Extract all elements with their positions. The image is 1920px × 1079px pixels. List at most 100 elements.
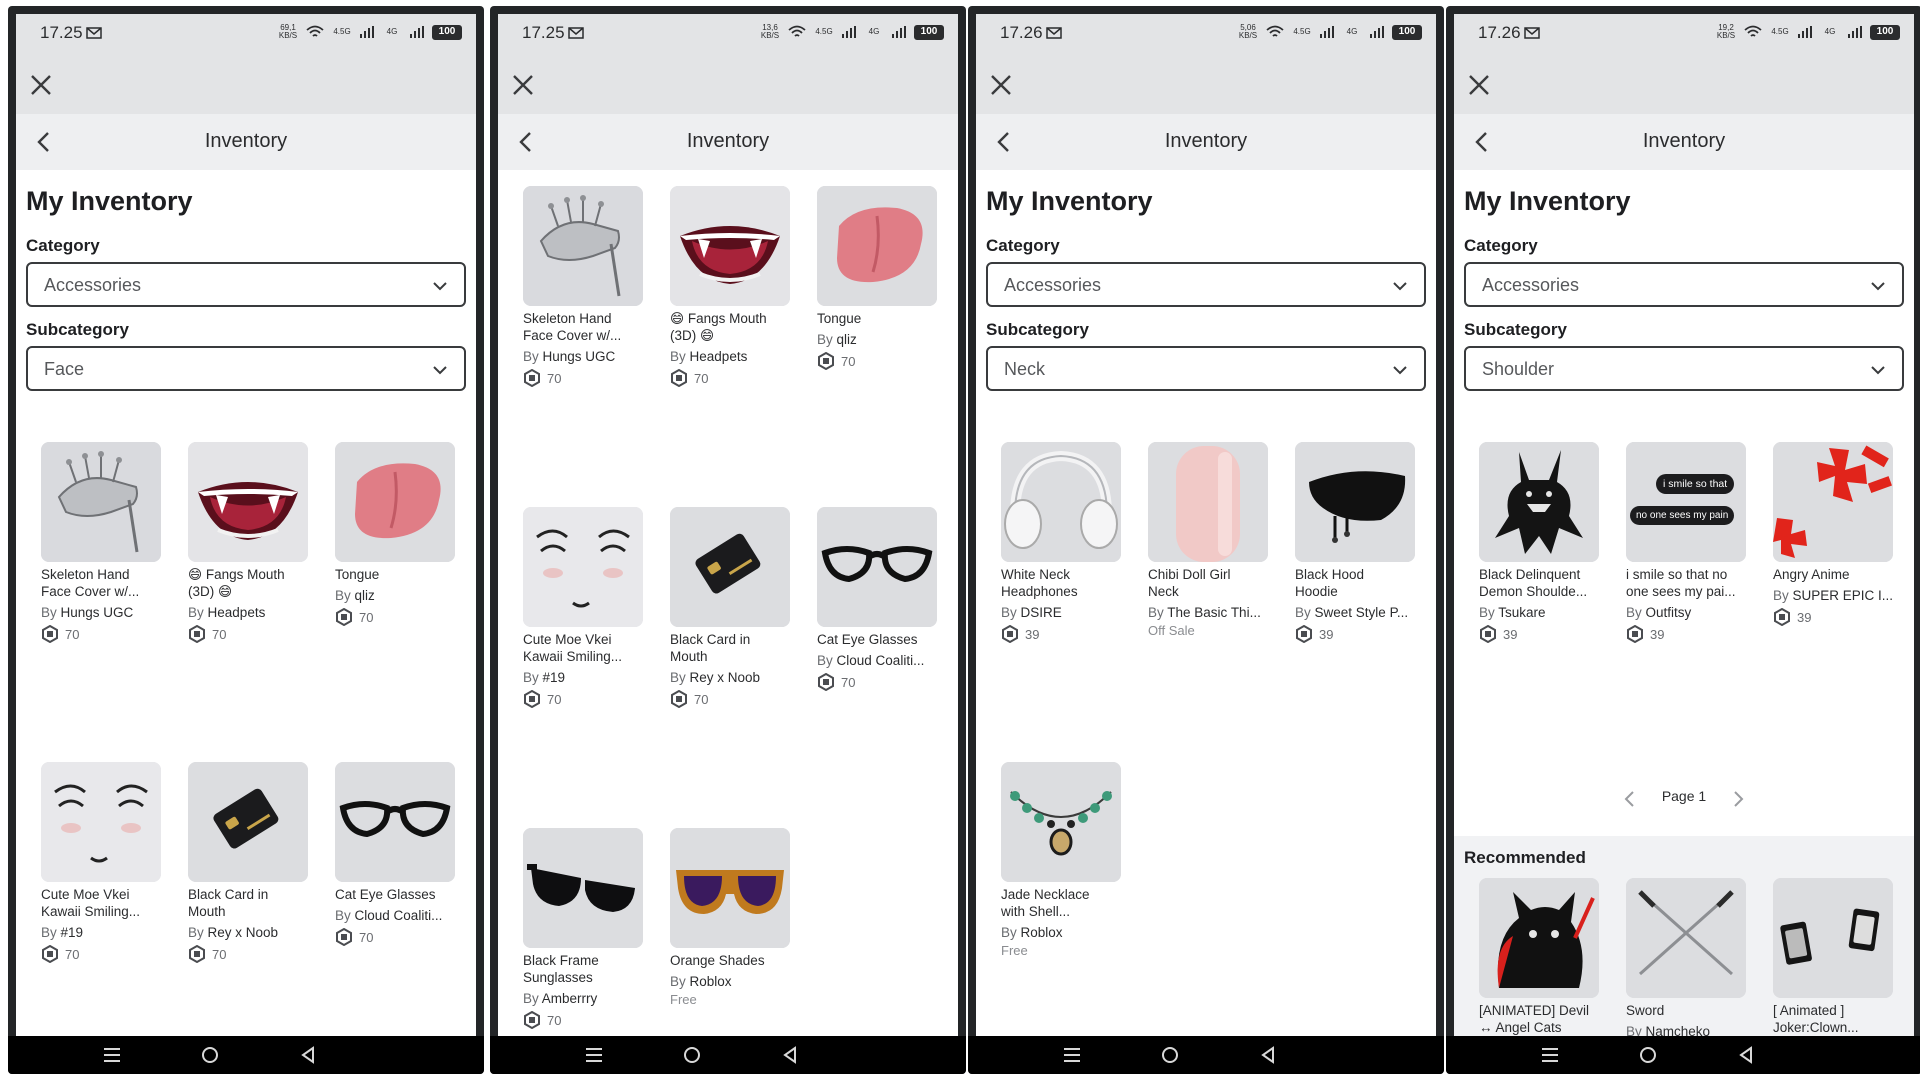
item-thumbnail[interactable] xyxy=(670,828,790,948)
item-thumbnail[interactable] xyxy=(523,828,643,948)
item-thumbnail[interactable] xyxy=(670,507,790,627)
close-icon[interactable] xyxy=(28,72,54,98)
item-thumbnail[interactable] xyxy=(1773,442,1893,562)
network-type-b: 4G xyxy=(868,27,880,36)
item-creator-name: Headpets xyxy=(689,349,748,364)
robux-icon xyxy=(524,1011,540,1029)
signal-icon xyxy=(1320,26,1334,38)
network-type-b: 4G xyxy=(1346,27,1358,36)
item-thumbnail[interactable] xyxy=(1295,442,1415,562)
close-icon[interactable] xyxy=(1466,72,1492,98)
robux-icon xyxy=(336,928,352,946)
home-icon[interactable] xyxy=(680,1044,704,1066)
item-thumbnail[interactable] xyxy=(1001,762,1121,882)
network-speed: 19,2 KB/S xyxy=(1716,23,1736,40)
robux-icon xyxy=(42,625,58,643)
network-speed: 5,06 KB/S xyxy=(1238,23,1258,40)
category-dropdown[interactable]: Accessories xyxy=(1464,262,1904,307)
back-icon[interactable] xyxy=(778,1044,802,1066)
item-price: 70 xyxy=(188,625,268,643)
item-creator: By Rey x Noob xyxy=(670,670,800,685)
item-thumbnail[interactable] xyxy=(41,762,161,882)
item-name: 😄 Fangs Mouth (3D) 😄 xyxy=(670,311,767,343)
back-icon[interactable] xyxy=(1256,1044,1280,1066)
subcategory-dropdown[interactable]: Face xyxy=(26,346,466,391)
item-thumbnail[interactable] xyxy=(335,762,455,882)
signal-icon xyxy=(360,26,374,38)
battery-indicator: 100 xyxy=(432,24,462,40)
item-price-value: 70 xyxy=(212,626,227,642)
home-icon[interactable] xyxy=(1636,1044,1660,1066)
item-name: Tongue xyxy=(335,567,380,582)
recent-apps-icon[interactable] xyxy=(582,1044,606,1066)
speech-bubbles-icon xyxy=(1626,442,1746,562)
category-dropdown[interactable]: Accessories xyxy=(26,262,466,307)
nav-title: Inventory xyxy=(1164,130,1248,152)
item-thumbnail[interactable] xyxy=(817,507,937,627)
fangs-mouth-icon xyxy=(188,442,308,562)
item-thumbnail[interactable] xyxy=(1479,442,1599,562)
recommended-title: Recommended xyxy=(1464,848,1586,867)
subcategory-dropdown[interactable]: Neck xyxy=(986,346,1426,391)
category-dropdown[interactable]: Accessories xyxy=(986,262,1426,307)
home-icon[interactable] xyxy=(1158,1044,1182,1066)
item-price-value: 70 xyxy=(359,929,374,945)
network-speed: 69,1 KB/S xyxy=(278,23,298,40)
item-thumbnail[interactable] xyxy=(1773,878,1893,998)
item-thumbnail[interactable] xyxy=(1626,878,1746,998)
item-thumbnail[interactable] xyxy=(335,442,455,562)
robux-icon xyxy=(189,945,205,963)
angry-anime-icon xyxy=(1773,442,1893,562)
item-creator-name: SUPER EPIC I... xyxy=(1792,588,1894,603)
item-thumbnail[interactable] xyxy=(188,762,308,882)
recent-apps-icon[interactable] xyxy=(1538,1044,1562,1066)
robux-icon xyxy=(524,369,540,387)
close-icon[interactable] xyxy=(988,72,1014,98)
item-creator: By The Basic Thi... xyxy=(1148,605,1278,620)
system-nav-bar xyxy=(968,1036,1444,1074)
item-thumbnail[interactable] xyxy=(1001,442,1121,562)
close-icon[interactable] xyxy=(510,72,536,98)
chevron-down-icon xyxy=(1393,282,1407,291)
category-value: Accessories xyxy=(44,275,142,295)
devil-cat-icon xyxy=(1479,878,1599,998)
item-creator-prefix: By xyxy=(41,925,57,940)
phone-screenshot-3: 17.26 5,06 KB/S 4.5G 4G 100 Inventory My Inven… xyxy=(968,6,1444,1074)
item-price-value: 70 xyxy=(694,691,709,707)
item-price: 70 xyxy=(817,673,897,691)
item-thumbnail[interactable] xyxy=(817,186,937,306)
item-creator: By #19 xyxy=(41,925,171,940)
item-thumbnail[interactable]: i smile so that no one sees my pain xyxy=(1626,442,1746,562)
item-thumbnail[interactable] xyxy=(523,507,643,627)
item-name: [ANIMATED] Devil ↔ Angel Cats xyxy=(1479,1003,1590,1035)
back-icon[interactable] xyxy=(1734,1044,1758,1066)
item-thumbnail[interactable] xyxy=(670,186,790,306)
item-name: Sword xyxy=(1626,1003,1665,1018)
battery-indicator: 100 xyxy=(1392,24,1422,40)
item-thumbnail[interactable] xyxy=(41,442,161,562)
item-price-value: 70 xyxy=(359,609,374,625)
item-creator-prefix: By xyxy=(1001,925,1017,940)
item-thumbnail[interactable] xyxy=(1148,442,1268,562)
home-icon[interactable] xyxy=(198,1044,222,1066)
item-thumbnail[interactable] xyxy=(188,442,308,562)
item-creator-name: qliz xyxy=(354,588,375,603)
item-sale-status: Free xyxy=(1001,943,1028,958)
item-creator-name: Cloud Coaliti... xyxy=(354,908,443,923)
recent-apps-icon[interactable] xyxy=(1060,1044,1084,1066)
subcategory-dropdown[interactable]: Shoulder xyxy=(1464,346,1904,391)
item-thumbnail[interactable] xyxy=(523,186,643,306)
back-icon[interactable] xyxy=(296,1044,320,1066)
item-price-value: 70 xyxy=(841,674,856,690)
item-creator-prefix: By xyxy=(817,653,833,668)
item-thumbnail[interactable] xyxy=(1479,878,1599,998)
signal-icon xyxy=(1848,26,1862,38)
cat-eye-glasses-icon xyxy=(335,762,455,882)
network-speed: 13,6 KB/S xyxy=(760,23,780,40)
item-price: 70 xyxy=(523,369,603,387)
chevron-right-icon[interactable] xyxy=(1732,790,1746,808)
recent-apps-icon[interactable] xyxy=(100,1044,124,1066)
skeleton-hand-icon xyxy=(523,186,643,306)
item-name: Cute Moe Vkei Kawaii Smiling... xyxy=(523,632,623,664)
item-name: Black Card in Mouth xyxy=(670,632,751,664)
